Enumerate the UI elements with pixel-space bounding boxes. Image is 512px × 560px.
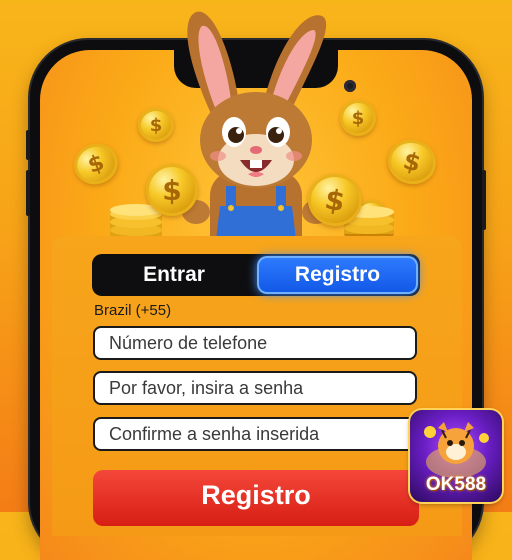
auth-tabs: Entrar Registro: [92, 254, 420, 296]
confirm-password-input[interactable]: Confirme a senha inserida: [93, 417, 417, 451]
logo-text: OK588: [425, 474, 487, 495]
register-submit-button[interactable]: Registro: [93, 470, 419, 526]
country-code-label[interactable]: Brazil (+55): [94, 302, 171, 319]
tab-register[interactable]: Registro: [257, 256, 418, 294]
password-input[interactable]: Por favor, insira a senha: [93, 371, 417, 405]
ok588-logo: OK588: [410, 410, 502, 502]
phone-number-input[interactable]: Número de telefone: [93, 326, 417, 360]
gold-coin-icon: $: [146, 164, 198, 216]
tab-login[interactable]: Entrar: [92, 254, 256, 296]
bunny-mascot-icon: [182, 11, 330, 240]
tiger-mascot-icon: [424, 422, 489, 478]
